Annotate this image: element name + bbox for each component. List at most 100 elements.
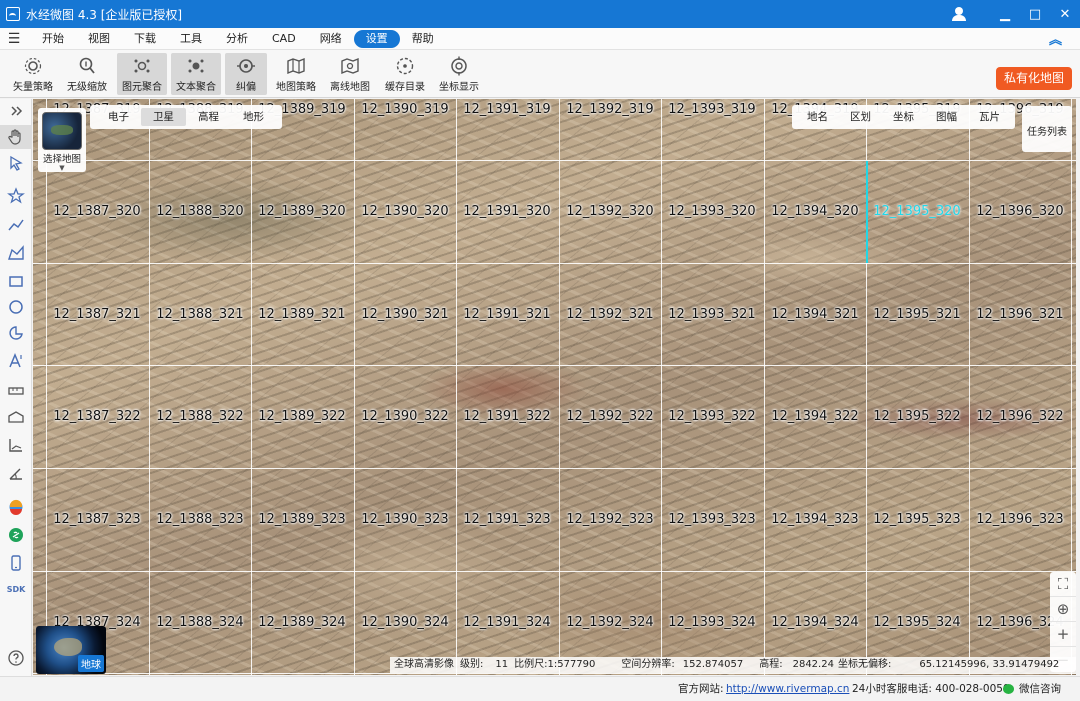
offline-map-icon [341,57,359,75]
tab-satellite[interactable]: 卫星 [141,108,186,126]
text-cluster-button[interactable]: 文本聚合 [171,53,221,95]
tool-label: 无级缩放 [67,82,107,93]
vector-strategy-button[interactable]: 矢量策略 [10,53,56,95]
add-text-icon[interactable] [0,349,32,373]
globe-view-button[interactable]: 地球 [36,626,106,674]
menu-settings[interactable]: 设置 [353,29,400,48]
tool-label: 图元聚合 [122,82,162,93]
draw-line-icon[interactable] [0,213,32,237]
tile-label: 12_1394_324 [771,615,859,630]
tile-label: 12_1395_321 [873,307,961,322]
map-thumbnail [42,112,82,150]
hamburger-menu-icon[interactable]: ☰ [0,31,28,47]
tile-label: 12_1388_322 [156,409,244,424]
website-label: 官方网站: [678,683,724,695]
draw-rectangle-icon[interactable] [0,269,32,293]
measure-length-icon[interactable] [0,379,32,403]
tile-label: 12_1395_323 [873,512,961,527]
google-earth-icon[interactable] [0,495,32,519]
cluster-icon [134,59,150,73]
toggle-tiles[interactable]: 瓦片 [968,108,1011,126]
tool-label: 文本聚合 [176,82,216,93]
collapse-ribbon-icon[interactable]: ︽ [1049,29,1062,48]
tile-label: 12_1387_322 [53,409,141,424]
measure-area-icon[interactable] [0,405,32,429]
menu-tools[interactable]: 工具 [168,30,214,48]
close-button[interactable]: ✕ [1050,7,1080,22]
map-strategy-icon [287,57,305,75]
mark-point-icon[interactable] [0,184,32,208]
stepless-zoom-button[interactable]: 无级缩放 [64,53,110,95]
tile-label: 12_1390_322 [361,409,449,424]
offline-map-button[interactable]: 离线地图 [327,53,373,95]
wechat-consult-button[interactable]: 微信咨询 [1003,677,1061,701]
map-canvas[interactable]: 12_1387_31912_1388_31912_1389_31912_1390… [33,99,1076,675]
tile-grid-line [969,99,970,675]
tile-label: 12_1387_321 [53,307,141,322]
text-cluster-icon [188,59,204,73]
menu-network[interactable]: 网络 [308,30,354,48]
help-icon[interactable] [0,646,32,670]
user-icon[interactable] [952,7,982,21]
minimize-button[interactable]: ▁ [990,7,1020,22]
coordinate-display-button[interactable]: 坐标显示 [436,53,482,95]
feature-cluster-button[interactable]: 图元聚合 [117,53,167,95]
correction-icon [237,59,255,73]
zoom-in-button[interactable]: + [1050,622,1076,647]
tile-label: 12_1387_323 [53,512,141,527]
cache-folder-icon [396,57,414,75]
measure-angle-icon[interactable] [0,461,32,485]
tool-label: 纠偏 [236,82,256,93]
menu-view[interactable]: 视图 [76,30,122,48]
fullscreen-icon[interactable]: ⛶ [1050,572,1076,597]
sdk-icon[interactable]: SDK [0,577,32,601]
select-arrow-icon[interactable] [0,151,32,175]
tab-elevation[interactable]: 高程 [186,108,231,126]
menu-analysis[interactable]: 分析 [214,30,260,48]
link-share-icon[interactable] [0,523,32,547]
menu-bar: ☰ 开始 视图 下载 工具 分析 CAD 网络 设置 帮助 ︽ [0,28,1080,50]
private-map-button[interactable]: 私有化地图 [995,67,1072,90]
draw-circle-icon[interactable] [0,295,32,319]
coord-value: 65.12145996, 33.91479492 [919,659,1060,670]
elevation-value: 2842.24 [792,659,834,670]
correction-button[interactable]: 纠偏 [225,53,267,95]
tile-grid-line [251,99,252,675]
cache-folder-button[interactable]: 缓存目录 [382,53,428,95]
menu-download[interactable]: 下载 [122,30,168,48]
toggle-map-sheets[interactable]: 图幅 [925,108,968,126]
menu-help[interactable]: 帮助 [400,30,446,48]
tile-label: 12_1396_321 [976,307,1064,322]
tile-label: 12_1389_321 [258,307,346,322]
locate-icon[interactable]: ⊕ [1050,597,1076,622]
map-picker-label: 选择地图 [42,154,81,165]
expand-panel-icon[interactable] [0,99,32,123]
website-link[interactable]: http://www.rivermap.cn [726,677,849,701]
mobile-app-icon[interactable] [0,551,32,575]
tile-label: 12_1390_320 [361,204,449,219]
imagery-source: 全球高清影像 [394,659,454,670]
tab-terrain[interactable]: 地形 [231,108,276,126]
toggle-boundaries[interactable]: 区划 [839,108,882,126]
maximize-button[interactable]: □ [1020,7,1050,22]
menu-cad[interactable]: CAD [260,30,308,48]
map-picker[interactable]: 选择地图 ▼ [38,108,86,172]
tile-label: 12_1389_320 [258,204,346,219]
toggle-coordinates[interactable]: 坐标 [882,108,925,126]
map-strategy-button[interactable]: 地图策略 [272,53,320,95]
tile-label: 12_1393_323 [668,512,756,527]
draw-sector-icon[interactable] [0,321,32,345]
tab-electronic[interactable]: 电子 [96,108,141,126]
tile-label: 12_1394_320 [771,204,859,219]
draw-polygon-icon[interactable] [0,241,32,265]
pan-hand-icon[interactable] [0,125,32,149]
task-list-button[interactable]: 任务列表 [1022,106,1072,152]
level-value: 11 [495,659,509,670]
measure-elevation-icon[interactable] [0,433,32,457]
title-bar: 水经微图 4.3 [企业版已授权] ▁ □ ✕ [0,0,1080,28]
tile-label: 12_1388_324 [156,615,244,630]
toggle-place-names[interactable]: 地名 [796,108,839,126]
tile-label: 12_1391_324 [463,615,551,630]
tile-label: 12_1395_322 [873,409,961,424]
menu-start[interactable]: 开始 [30,30,76,48]
